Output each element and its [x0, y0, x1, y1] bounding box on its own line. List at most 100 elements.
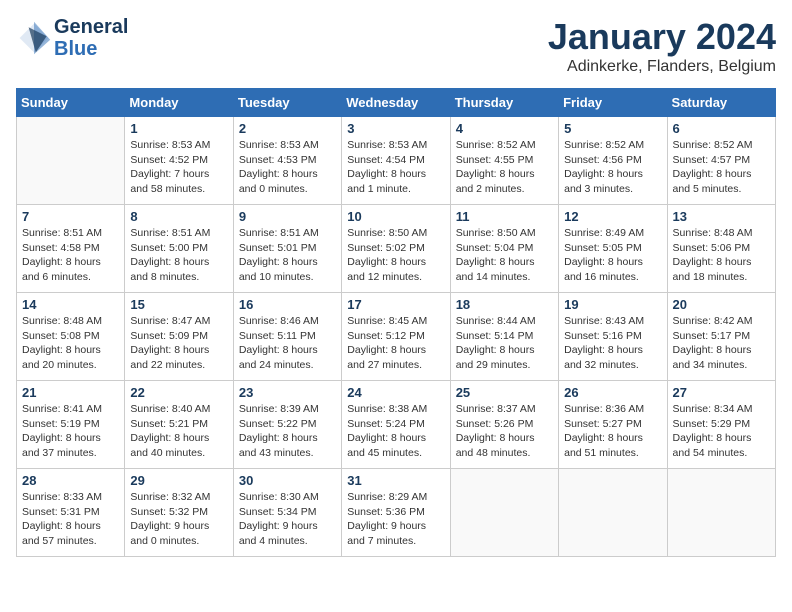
logo: General Blue [16, 16, 128, 60]
week-row-2: 7Sunrise: 8:51 AM Sunset: 4:58 PM Daylig… [17, 205, 776, 293]
calendar-cell: 10 Sunrise: 8:50 AM Sunset: 5:02 PM Dayli… [342, 205, 450, 293]
day-number: 1 [130, 121, 227, 136]
calendar-cell: 22 Sunrise: 8:40 AM Sunset: 5:21 PM Dayli… [125, 381, 233, 469]
logo-icon [16, 20, 52, 56]
day-info: Sunrise: 8:53 AM Sunset: 4:52 PM Dayligh… [130, 138, 227, 197]
day-info: Sunrise: 8:47 AM Sunset: 5:09 PM Dayligh… [130, 314, 227, 373]
calendar-cell: 12 Sunrise: 8:49 AM Sunset: 5:05 PM Dayli… [559, 205, 667, 293]
day-info: Sunrise: 8:53 AM Sunset: 4:53 PM Dayligh… [239, 138, 336, 197]
day-info: Sunrise: 8:33 AM Sunset: 5:31 PM Dayligh… [22, 490, 119, 549]
day-number: 17 [347, 297, 444, 312]
week-row-3: 14 Sunrise: 8:48 AM Sunset: 5:08 PM Dayli… [17, 293, 776, 381]
day-number: 12 [564, 209, 661, 224]
calendar-cell: 6 Sunrise: 8:52 AM Sunset: 4:57 PM Daylig… [667, 117, 775, 205]
calendar-cell: 11 Sunrise: 8:50 AM Sunset: 5:04 PM Dayli… [450, 205, 558, 293]
calendar-cell: 14 Sunrise: 8:48 AM Sunset: 5:08 PM Dayli… [17, 293, 125, 381]
day-info: Sunrise: 8:34 AM Sunset: 5:29 PM Dayligh… [673, 402, 770, 461]
calendar-cell [559, 469, 667, 557]
day-number: 2 [239, 121, 336, 136]
day-info: Sunrise: 8:48 AM Sunset: 5:08 PM Dayligh… [22, 314, 119, 373]
calendar-cell: 9Sunrise: 8:51 AM Sunset: 5:01 PM Daylig… [233, 205, 341, 293]
calendar-cell [450, 469, 558, 557]
day-info: Sunrise: 8:52 AM Sunset: 4:57 PM Dayligh… [673, 138, 770, 197]
day-info: Sunrise: 8:40 AM Sunset: 5:21 PM Dayligh… [130, 402, 227, 461]
day-number: 31 [347, 473, 444, 488]
day-number: 4 [456, 121, 553, 136]
calendar-cell: 21 Sunrise: 8:41 AM Sunset: 5:19 PM Dayli… [17, 381, 125, 469]
day-info: Sunrise: 8:43 AM Sunset: 5:16 PM Dayligh… [564, 314, 661, 373]
calendar-cell: 20 Sunrise: 8:42 AM Sunset: 5:17 PM Dayli… [667, 293, 775, 381]
calendar-cell: 7Sunrise: 8:51 AM Sunset: 4:58 PM Daylig… [17, 205, 125, 293]
day-number: 19 [564, 297, 661, 312]
calendar-cell: 1 Sunrise: 8:53 AM Sunset: 4:52 PM Daylig… [125, 117, 233, 205]
column-header-thursday: Thursday [450, 89, 558, 117]
calendar-cell: 31Sunrise: 8:29 AM Sunset: 5:36 PM Dayli… [342, 469, 450, 557]
column-header-monday: Monday [125, 89, 233, 117]
column-header-saturday: Saturday [667, 89, 775, 117]
day-number: 24 [347, 385, 444, 400]
day-info: Sunrise: 8:48 AM Sunset: 5:06 PM Dayligh… [673, 226, 770, 285]
week-row-1: 1 Sunrise: 8:53 AM Sunset: 4:52 PM Daylig… [17, 117, 776, 205]
day-number: 25 [456, 385, 553, 400]
day-number: 3 [347, 121, 444, 136]
calendar-cell: 28Sunrise: 8:33 AM Sunset: 5:31 PM Dayli… [17, 469, 125, 557]
day-number: 21 [22, 385, 119, 400]
day-number: 16 [239, 297, 336, 312]
day-info: Sunrise: 8:49 AM Sunset: 5:05 PM Dayligh… [564, 226, 661, 285]
calendar-cell: 5 Sunrise: 8:52 AM Sunset: 4:56 PM Daylig… [559, 117, 667, 205]
day-info: Sunrise: 8:51 AM Sunset: 5:00 PM Dayligh… [130, 226, 227, 285]
day-info: Sunrise: 8:51 AM Sunset: 5:01 PM Dayligh… [239, 226, 336, 285]
calendar-cell: 3 Sunrise: 8:53 AM Sunset: 4:54 PM Daylig… [342, 117, 450, 205]
day-number: 30 [239, 473, 336, 488]
column-header-wednesday: Wednesday [342, 89, 450, 117]
day-info: Sunrise: 8:53 AM Sunset: 4:54 PM Dayligh… [347, 138, 444, 197]
day-info: Sunrise: 8:36 AM Sunset: 5:27 PM Dayligh… [564, 402, 661, 461]
day-number: 22 [130, 385, 227, 400]
column-header-tuesday: Tuesday [233, 89, 341, 117]
calendar-cell: 26Sunrise: 8:36 AM Sunset: 5:27 PM Dayli… [559, 381, 667, 469]
calendar-cell: 18 Sunrise: 8:44 AM Sunset: 5:14 PM Dayli… [450, 293, 558, 381]
day-info: Sunrise: 8:52 AM Sunset: 4:55 PM Dayligh… [456, 138, 553, 197]
column-header-friday: Friday [559, 89, 667, 117]
day-info: Sunrise: 8:44 AM Sunset: 5:14 PM Dayligh… [456, 314, 553, 373]
calendar-cell [667, 469, 775, 557]
calendar-cell: 30 Sunrise: 8:30 AM Sunset: 5:34 PM Dayli… [233, 469, 341, 557]
page-header: General Blue January 2024 Adinkerke, Fla… [16, 16, 776, 76]
month-title: January 2024 [548, 16, 776, 58]
day-info: Sunrise: 8:41 AM Sunset: 5:19 PM Dayligh… [22, 402, 119, 461]
day-number: 6 [673, 121, 770, 136]
day-info: Sunrise: 8:39 AM Sunset: 5:22 PM Dayligh… [239, 402, 336, 461]
day-info: Sunrise: 8:52 AM Sunset: 4:56 PM Dayligh… [564, 138, 661, 197]
day-info: Sunrise: 8:46 AM Sunset: 5:11 PM Dayligh… [239, 314, 336, 373]
day-number: 10 [347, 209, 444, 224]
calendar-cell: 27 Sunrise: 8:34 AM Sunset: 5:29 PM Dayli… [667, 381, 775, 469]
day-number: 18 [456, 297, 553, 312]
day-info: Sunrise: 8:50 AM Sunset: 5:02 PM Dayligh… [347, 226, 444, 285]
calendar-cell: 17 Sunrise: 8:45 AM Sunset: 5:12 PM Dayli… [342, 293, 450, 381]
day-info: Sunrise: 8:51 AM Sunset: 4:58 PM Dayligh… [22, 226, 119, 285]
day-info: Sunrise: 8:42 AM Sunset: 5:17 PM Dayligh… [673, 314, 770, 373]
week-row-4: 21 Sunrise: 8:41 AM Sunset: 5:19 PM Dayli… [17, 381, 776, 469]
calendar-cell: 4 Sunrise: 8:52 AM Sunset: 4:55 PM Daylig… [450, 117, 558, 205]
day-info: Sunrise: 8:30 AM Sunset: 5:34 PM Dayligh… [239, 490, 336, 549]
calendar-cell: 2 Sunrise: 8:53 AM Sunset: 4:53 PM Daylig… [233, 117, 341, 205]
day-info: Sunrise: 8:32 AM Sunset: 5:32 PM Dayligh… [130, 490, 227, 549]
day-number: 15 [130, 297, 227, 312]
logo-text: General Blue [54, 16, 128, 60]
day-info: Sunrise: 8:45 AM Sunset: 5:12 PM Dayligh… [347, 314, 444, 373]
calendar-cell: 16 Sunrise: 8:46 AM Sunset: 5:11 PM Dayli… [233, 293, 341, 381]
calendar-cell: 15 Sunrise: 8:47 AM Sunset: 5:09 PM Dayli… [125, 293, 233, 381]
day-info: Sunrise: 8:50 AM Sunset: 5:04 PM Dayligh… [456, 226, 553, 285]
day-number: 23 [239, 385, 336, 400]
title-block: January 2024 Adinkerke, Flanders, Belgiu… [548, 16, 776, 76]
calendar-cell: 13 Sunrise: 8:48 AM Sunset: 5:06 PM Dayli… [667, 205, 775, 293]
day-number: 27 [673, 385, 770, 400]
day-number: 11 [456, 209, 553, 224]
day-number: 20 [673, 297, 770, 312]
location-subtitle: Adinkerke, Flanders, Belgium [548, 58, 776, 76]
day-number: 13 [673, 209, 770, 224]
calendar-header-row: SundayMondayTuesdayWednesdayThursdayFrid… [17, 89, 776, 117]
day-number: 29 [130, 473, 227, 488]
day-number: 5 [564, 121, 661, 136]
day-number: 14 [22, 297, 119, 312]
